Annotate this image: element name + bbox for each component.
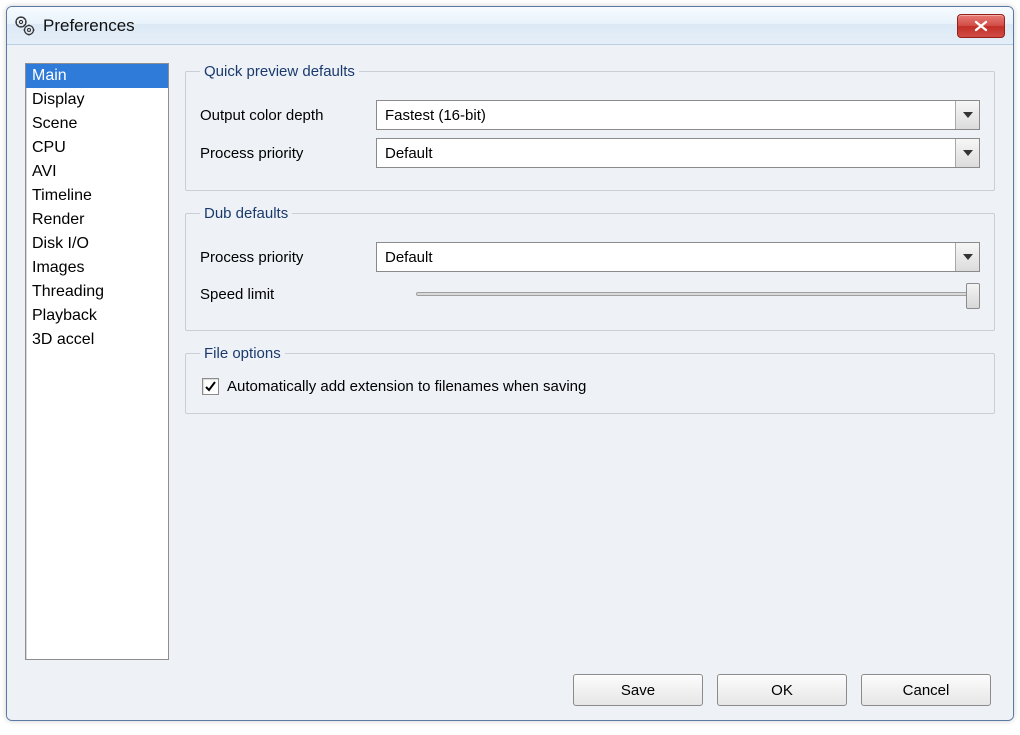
- field-label: Speed limit: [200, 286, 376, 303]
- dropdown-button[interactable]: [955, 243, 979, 271]
- cancel-button[interactable]: Cancel: [861, 674, 991, 706]
- close-button[interactable]: [957, 14, 1005, 38]
- dialog-footer: Save OK Cancel: [7, 660, 1013, 720]
- file-options-group: File options Automatically add extension…: [185, 345, 995, 414]
- settings-panel: Quick preview defaults Output color dept…: [185, 63, 995, 660]
- app-gear-icon: [15, 16, 35, 36]
- auto-extension-checkbox-row[interactable]: Automatically add extension to filenames…: [200, 374, 980, 399]
- sidebar-item-main[interactable]: Main: [26, 64, 168, 88]
- slider-thumb[interactable]: [966, 283, 980, 309]
- speed-limit-row: Speed limit: [200, 280, 980, 308]
- dropdown-button[interactable]: [955, 101, 979, 129]
- field-label: Process priority: [200, 145, 376, 162]
- dub-defaults-group: Dub defaults Process priority Default Sp…: [185, 205, 995, 331]
- category-list[interactable]: MainDisplaySceneCPUAVITimelineRenderDisk…: [25, 63, 169, 660]
- close-icon: [974, 20, 988, 32]
- dub-process-priority-combo[interactable]: Default: [376, 242, 980, 272]
- output-color-depth-row: Output color depth Fastest (16-bit): [200, 100, 980, 130]
- dropdown-button[interactable]: [955, 139, 979, 167]
- sidebar-item-display[interactable]: Display: [26, 88, 168, 112]
- sidebar-item-scene[interactable]: Scene: [26, 112, 168, 136]
- preferences-window: Preferences MainDisplaySceneCPUAVITimeli…: [6, 6, 1014, 721]
- field-label: Process priority: [200, 249, 376, 266]
- checkmark-icon: [204, 380, 217, 393]
- window-title: Preferences: [43, 16, 957, 36]
- checkbox[interactable]: [202, 378, 219, 395]
- group-legend: Dub defaults: [200, 205, 292, 222]
- slider-rail: [416, 292, 980, 296]
- combo-value: Default: [377, 139, 955, 167]
- sidebar-item-images[interactable]: Images: [26, 256, 168, 280]
- combo-value: Fastest (16-bit): [377, 101, 955, 129]
- field-label: Output color depth: [200, 107, 376, 124]
- combo-value: Default: [377, 243, 955, 271]
- sidebar-item-threading[interactable]: Threading: [26, 280, 168, 304]
- sidebar-item-cpu[interactable]: CPU: [26, 136, 168, 160]
- group-legend: File options: [200, 345, 285, 362]
- save-button[interactable]: Save: [573, 674, 703, 706]
- group-legend: Quick preview defaults: [200, 63, 359, 80]
- sidebar-item-render[interactable]: Render: [26, 208, 168, 232]
- output-color-depth-combo[interactable]: Fastest (16-bit): [376, 100, 980, 130]
- titlebar: Preferences: [7, 7, 1013, 45]
- ok-button[interactable]: OK: [717, 674, 847, 706]
- qp-process-priority-row: Process priority Default: [200, 138, 980, 168]
- qp-process-priority-combo[interactable]: Default: [376, 138, 980, 168]
- chevron-down-icon: [963, 150, 973, 156]
- quick-preview-group: Quick preview defaults Output color dept…: [185, 63, 995, 191]
- sidebar-item-timeline[interactable]: Timeline: [26, 184, 168, 208]
- sidebar-item-disk-i-o[interactable]: Disk I/O: [26, 232, 168, 256]
- sidebar-item-avi[interactable]: AVI: [26, 160, 168, 184]
- sidebar-item-3d-accel[interactable]: 3D accel: [26, 328, 168, 352]
- chevron-down-icon: [963, 112, 973, 118]
- chevron-down-icon: [963, 254, 973, 260]
- dub-process-priority-row: Process priority Default: [200, 242, 980, 272]
- dialog-body: MainDisplaySceneCPUAVITimelineRenderDisk…: [7, 45, 1013, 660]
- speed-limit-slider[interactable]: [416, 280, 980, 308]
- sidebar-item-playback[interactable]: Playback: [26, 304, 168, 328]
- checkbox-label: Automatically add extension to filenames…: [227, 378, 586, 395]
